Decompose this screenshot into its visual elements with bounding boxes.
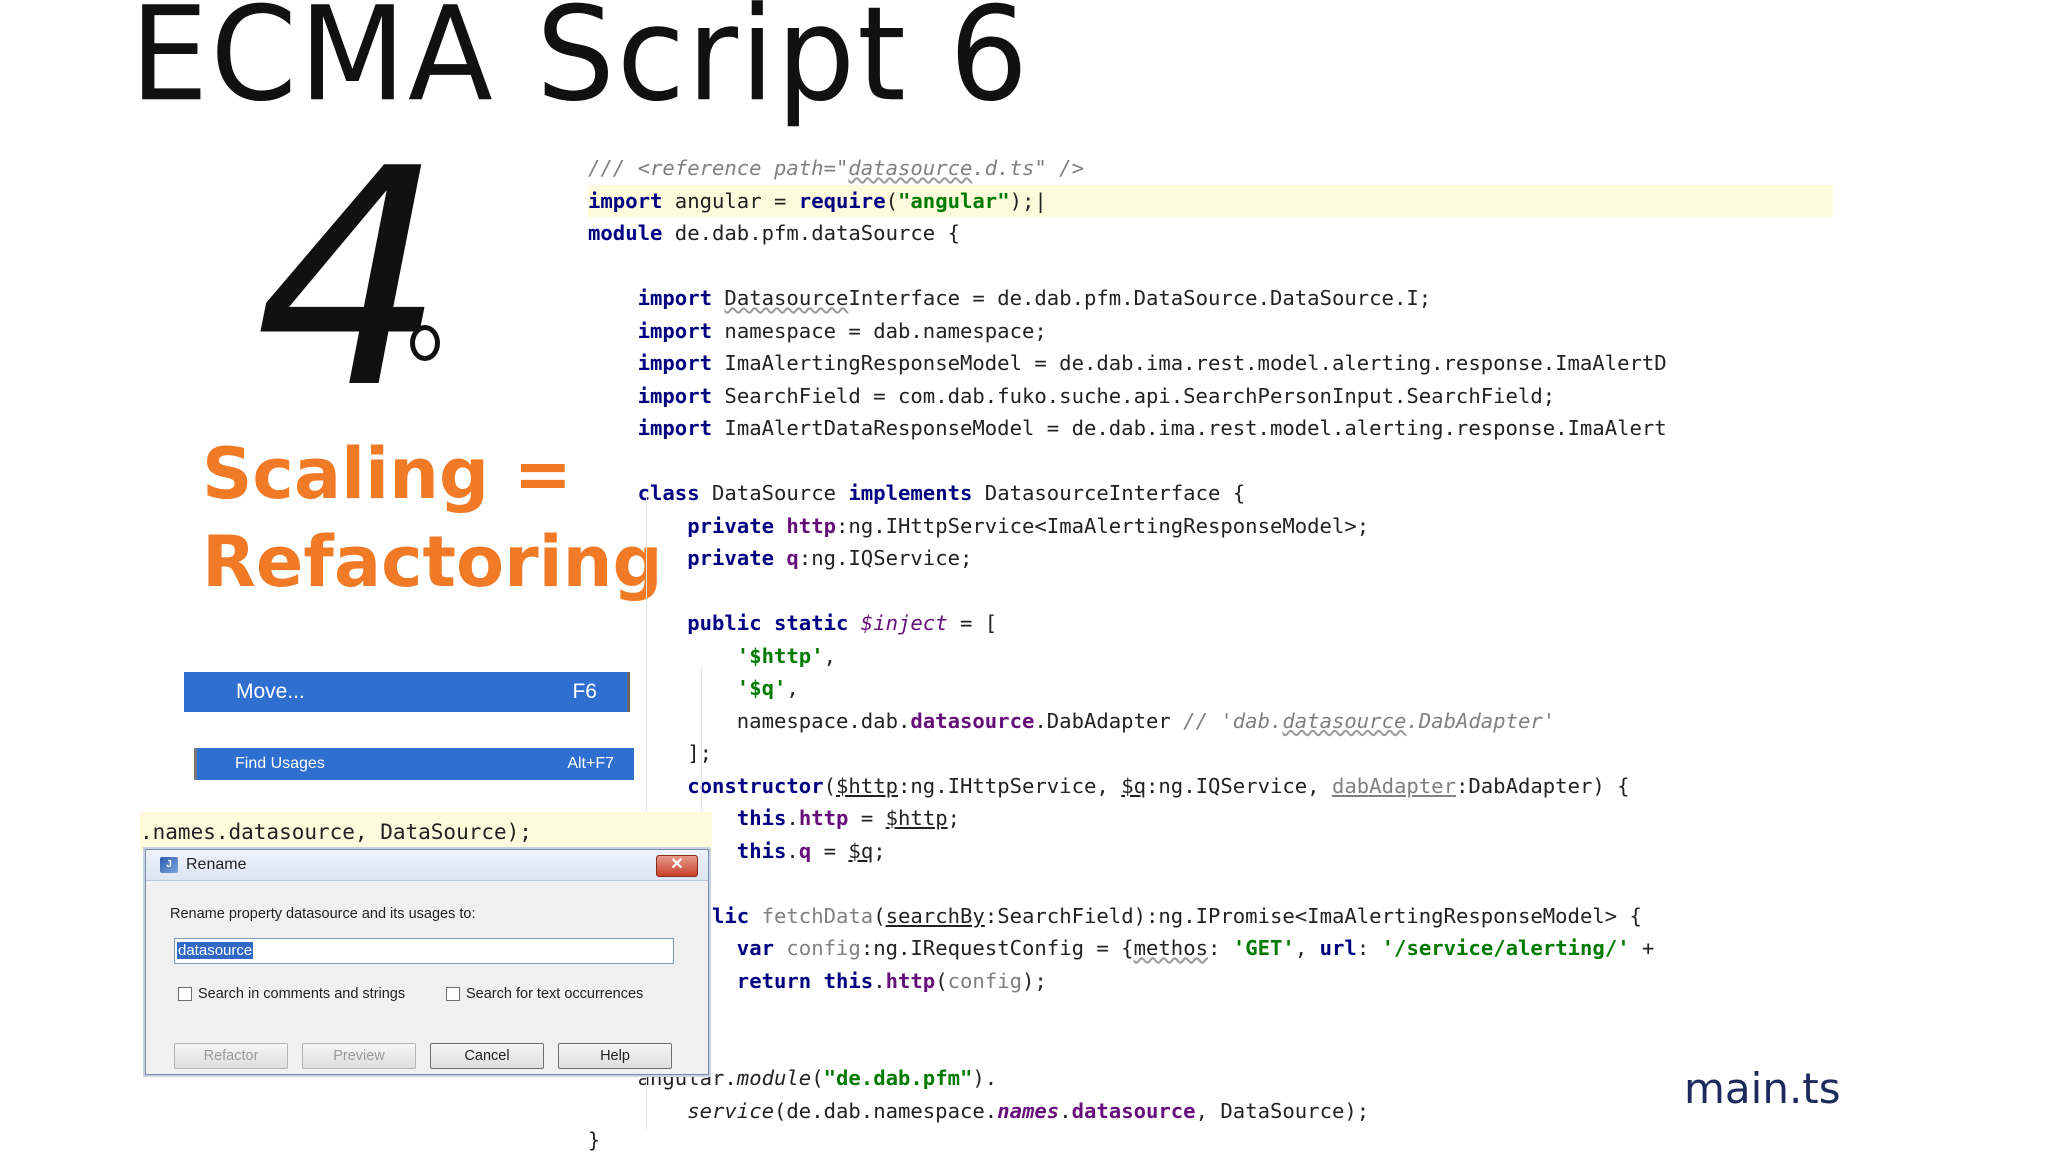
code-line: this.http = $http;: [736, 806, 961, 830]
code-line: constructor($http:ng.IHttpService, $q:ng…: [687, 773, 1630, 798]
code-line: import namespace = dab.namespace;: [637, 318, 1047, 343]
checkbox-search-comments[interactable]: Search in comments and strings: [178, 986, 405, 1002]
refactor-button[interactable]: Refactor: [174, 1043, 288, 1069]
code-line: namespace.dab.datasource.DabAdapter // '…: [588, 708, 1556, 733]
checkbox-icon[interactable]: [446, 987, 460, 1001]
code-line: import ImaAlertingResponseModel = de.dab…: [637, 351, 1667, 375]
cancel-button[interactable]: Cancel: [430, 1043, 544, 1069]
heading-line1: Scaling =: [202, 433, 573, 515]
slide-number: 4: [255, 105, 446, 454]
code-line: import SearchField = com.dab.fuko.suche.…: [637, 383, 1556, 408]
code-closing-brace: }: [588, 1128, 601, 1152]
code-line: import DatasourceInterface = de.dab.pfm.…: [637, 286, 1432, 310]
file-name-label: main.ts: [1684, 1064, 1841, 1113]
code-line-current: import angular = require("angular");|: [588, 184, 1833, 217]
preview-button[interactable]: Preview: [302, 1043, 416, 1069]
dialog-titlebar: J Rename ✕: [146, 850, 708, 881]
dialog-title: Rename: [186, 856, 247, 873]
code-editor[interactable]: /// <reference path="datasource.d.ts" />…: [588, 152, 1833, 1129]
code-snippet-highlight: .names.datasource, DataSource);: [140, 812, 712, 852]
code-line: private q:ng.IQService;: [687, 546, 973, 570]
checkbox-search-text[interactable]: Search for text occurrences: [446, 986, 643, 1002]
code-line: public static $inject = [: [687, 611, 998, 635]
checkbox-search-text-label: Search for text occurrences: [466, 986, 644, 1002]
code-line: var config:ng.IRequestConfig = {methos: …: [736, 936, 1655, 960]
code-line: '$q',: [736, 676, 799, 700]
menu-item-find-usages[interactable]: Find Usages Alt+F7: [194, 748, 634, 780]
code-line: '$http',: [736, 643, 836, 668]
app-icon: J: [160, 857, 178, 873]
menu-item-find-usages-label: Find Usages: [235, 755, 325, 772]
code-line: angular.module("de.dab.pfm").: [588, 1066, 998, 1090]
code-line: public fetchData(searchBy:SearchField):n…: [674, 903, 1642, 928]
code-line: class DataSource implements DatasourceIn…: [637, 481, 1246, 505]
menu-item-move[interactable]: Move... F6: [184, 672, 630, 712]
rename-prompt: Rename property datasource and its usage…: [170, 906, 476, 922]
code-line: return this.http(config);: [736, 968, 1047, 993]
code-line: import ImaAlertDataResponseModel = de.da…: [637, 416, 1667, 440]
code-line: private http:ng.IHttpService<ImaAlerting…: [687, 513, 1370, 538]
help-button[interactable]: Help: [558, 1043, 672, 1069]
code-line: module de.dab.pfm.dataSource {: [588, 221, 960, 245]
checkbox-icon[interactable]: [178, 987, 192, 1001]
code-line: this.q = $q;: [736, 838, 886, 863]
slide-number-dot: [410, 325, 440, 361]
checkbox-search-comments-label: Search in comments and strings: [198, 986, 406, 1002]
rename-dialog: J Rename ✕ Rename property datasource an…: [145, 849, 709, 1075]
code-line: ];: [588, 741, 712, 765]
slide-title: ECMA Script 6: [130, 0, 1031, 131]
close-icon[interactable]: ✕: [656, 855, 698, 877]
code-line: service(de.dab.namespace.names.datasourc…: [687, 1098, 1370, 1123]
menu-item-move-label: Move...: [236, 680, 305, 703]
code-line: /// <reference path="datasource.d.ts" />: [588, 156, 1084, 180]
rename-input[interactable]: datasource: [174, 938, 674, 964]
